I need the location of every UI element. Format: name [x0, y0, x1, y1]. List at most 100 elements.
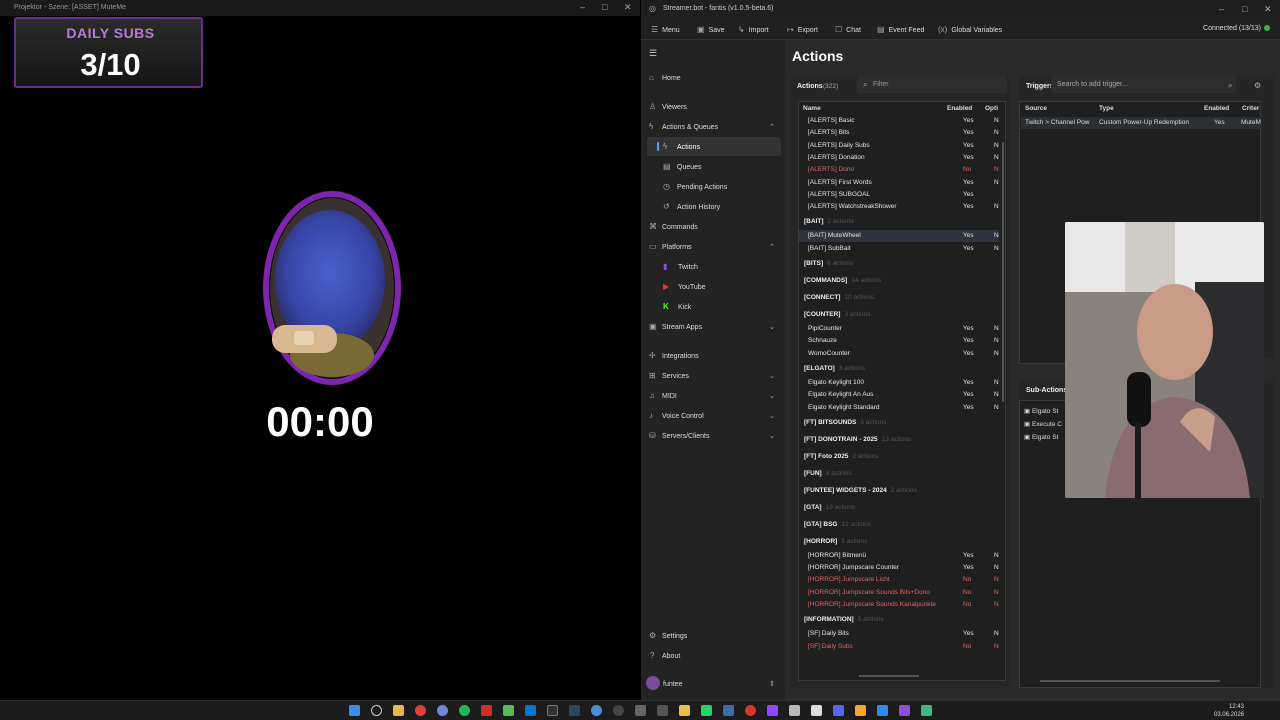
table-row[interactable]: Elgato Keylight 100 Yes N — [799, 377, 999, 389]
app-icon[interactable] — [723, 705, 734, 716]
minimize-icon[interactable]: – — [580, 2, 585, 12]
table-row[interactable]: [ALERTS] Basic Yes N — [799, 115, 999, 127]
close-icon[interactable]: ✕ — [1264, 4, 1272, 15]
table-row[interactable]: [HORROR] Jumpscare Counter Yes N — [799, 562, 999, 574]
table-row[interactable]: Schnauze Yes N — [799, 335, 999, 347]
filter-input[interactable]: Filter — [857, 76, 1007, 93]
app-icon[interactable] — [503, 705, 514, 716]
app-icon[interactable] — [789, 705, 800, 716]
sidebar-item-viewers[interactable]: Viewers — [662, 104, 687, 111]
sidebar-item-twitch[interactable]: Twitch — [678, 264, 698, 271]
list-item[interactable]: ▣ Execute C — [1024, 420, 1062, 428]
app-icon[interactable] — [745, 705, 756, 716]
menu-button[interactable]: ☰ Menu — [651, 25, 680, 34]
obs-icon[interactable] — [613, 705, 624, 716]
table-row[interactable]: [ALERTS] Dono No N — [799, 164, 999, 176]
app-icon[interactable] — [855, 705, 866, 716]
column-header-criteria[interactable]: Criter — [1242, 105, 1259, 112]
group-header[interactable]: [BITS] 6 actions — [804, 260, 853, 267]
sidebar-item-platforms[interactable]: Platforms — [662, 244, 692, 251]
sidebar-item-services[interactable]: Services — [662, 373, 689, 380]
search-icon[interactable] — [371, 705, 382, 716]
table-row[interactable]: [ALERTS] SUBGOAL Yes — [799, 189, 999, 201]
app-icon[interactable] — [591, 705, 602, 716]
table-row[interactable]: [HORROR] Jumpscare Licht No N — [799, 574, 999, 586]
table-row[interactable]: [HORROR] Jumpscare Sounds Kanalpunkte No N — [799, 599, 999, 611]
sidebar-item-queues[interactable]: Queues — [677, 164, 702, 171]
import-button[interactable]: ↳ Import — [738, 25, 769, 34]
sidebar-item-pending-actions[interactable]: Pending Actions — [677, 184, 727, 191]
group-header[interactable]: [FT] Foto 2025 2 actions — [804, 453, 878, 460]
connection-status[interactable]: Connected (13/13) — [1203, 25, 1270, 32]
sidebar-item-actions[interactable]: Actions — [677, 144, 700, 151]
chevron-down-icon[interactable]: ⌄ — [769, 392, 775, 400]
event-feed-button[interactable]: ▤ Event Feed — [877, 25, 924, 34]
system-clock[interactable]: 12:43 03.06.2026 — [1214, 703, 1244, 719]
sidebar-item-settings[interactable]: Settings — [662, 633, 687, 640]
table-row[interactable]: [ALERTS] Donation Yes N — [799, 152, 999, 164]
app-icon[interactable] — [921, 705, 932, 716]
table-row[interactable]: [BAIT] SubBait Yes N — [799, 243, 999, 255]
hamburger-icon[interactable]: ☰ — [649, 48, 657, 59]
table-row[interactable]: [ALERTS] Daily Subs Yes N — [799, 140, 999, 152]
group-header[interactable]: [INFORMATION] 5 actions — [804, 616, 884, 623]
sidebar-item-home[interactable]: Home — [662, 75, 681, 82]
app-icon[interactable] — [657, 705, 668, 716]
group-header[interactable]: [ELGATO] 3 actions — [804, 365, 865, 372]
group-header[interactable]: [BAIT] 2 actions — [804, 218, 854, 225]
user-name[interactable]: funtee — [663, 681, 682, 688]
discord-icon[interactable] — [437, 705, 448, 716]
sidebar-item-stream-apps[interactable]: Stream Apps — [662, 324, 702, 331]
sidebar-item-integrations[interactable]: Integrations — [662, 353, 699, 360]
table-row[interactable]: Twitch > Channel Pow Custom Power-Up Red… — [1021, 117, 1261, 129]
group-header[interactable]: [FT] BITSOUNDS 5 actions — [804, 419, 886, 426]
chrome-icon[interactable] — [415, 705, 426, 716]
table-row[interactable]: WomoCounter Yes N — [799, 348, 999, 360]
chevron-up-icon[interactable]: ⌃ — [769, 123, 775, 131]
sidebar-item-youtube[interactable]: YouTube — [678, 284, 706, 291]
spotify-icon[interactable] — [459, 705, 470, 716]
sidebar-item-servers-clients[interactable]: Servers/Clients — [662, 433, 709, 440]
table-row[interactable]: Elgato Keylight An Aus Yes N — [799, 389, 999, 401]
table-row[interactable]: [ALERTS] Bits Yes N — [799, 127, 999, 139]
group-header[interactable]: [FT] DONOTRAIN - 2025 13 actions — [804, 436, 911, 443]
sidebar-item-midi[interactable]: MIDI — [662, 393, 677, 400]
table-row[interactable]: [ALERTS] WatchstreakShower Yes N — [799, 201, 999, 213]
horizontal-scrollbar[interactable] — [1040, 680, 1220, 682]
windows-start-icon[interactable] — [349, 705, 360, 716]
save-button[interactable]: ▣ Save — [697, 25, 725, 34]
list-item[interactable]: ▣ Elgato St — [1024, 433, 1058, 441]
group-header[interactable]: [HORROR] 5 actions — [804, 538, 867, 545]
group-header[interactable]: [FUNTEE] WIDGETS - 2024 2 actions — [804, 487, 917, 494]
app-icon[interactable] — [811, 705, 822, 716]
table-row[interactable]: [SF] Daily Bits Yes N — [799, 628, 999, 640]
table-row[interactable]: [HORROR] Jumpscare Sounds Bits+Dono No N — [799, 587, 999, 599]
horizontal-scrollbar[interactable] — [859, 675, 919, 677]
app-icon[interactable] — [481, 705, 492, 716]
file-explorer-icon[interactable] — [393, 705, 404, 716]
table-row[interactable]: [HORROR] Bitmenü Yes N — [799, 550, 999, 562]
list-item[interactable]: ▣ Elgato St — [1024, 407, 1058, 415]
sidebar-item-commands[interactable]: Commands — [662, 224, 698, 231]
table-row[interactable]: [SF] Daily Subs No N — [799, 641, 999, 653]
sidebar-item-voice-control[interactable]: Voice Control — [662, 413, 704, 420]
app-icon[interactable] — [833, 705, 844, 716]
whatsapp-icon[interactable] — [701, 705, 712, 716]
twitch-icon[interactable] — [767, 705, 778, 716]
minimize-icon[interactable]: – — [1219, 4, 1224, 14]
sidebar-item-about[interactable]: About — [662, 653, 680, 660]
app-icon[interactable] — [679, 705, 690, 716]
group-header[interactable]: [GTA] BSG 12 actions — [804, 521, 871, 528]
column-header-enabled[interactable]: Enabled — [1204, 105, 1229, 112]
vertical-scrollbar[interactable] — [1002, 142, 1004, 402]
group-header[interactable]: [FUN] 8 actions — [804, 470, 852, 477]
avatar[interactable] — [646, 676, 660, 690]
maximize-icon[interactable]: □ — [1242, 4, 1247, 14]
chevron-down-icon[interactable]: ⌄ — [769, 323, 775, 331]
column-header-enabled[interactable]: Enabled — [947, 105, 972, 112]
app-icon[interactable] — [877, 705, 888, 716]
settings-icon[interactable]: ⚙ — [1254, 81, 1261, 90]
chevron-down-icon[interactable]: ⌄ — [769, 432, 775, 440]
maximize-icon[interactable]: □ — [602, 2, 607, 12]
column-header-options[interactable]: Opti — [985, 105, 998, 112]
